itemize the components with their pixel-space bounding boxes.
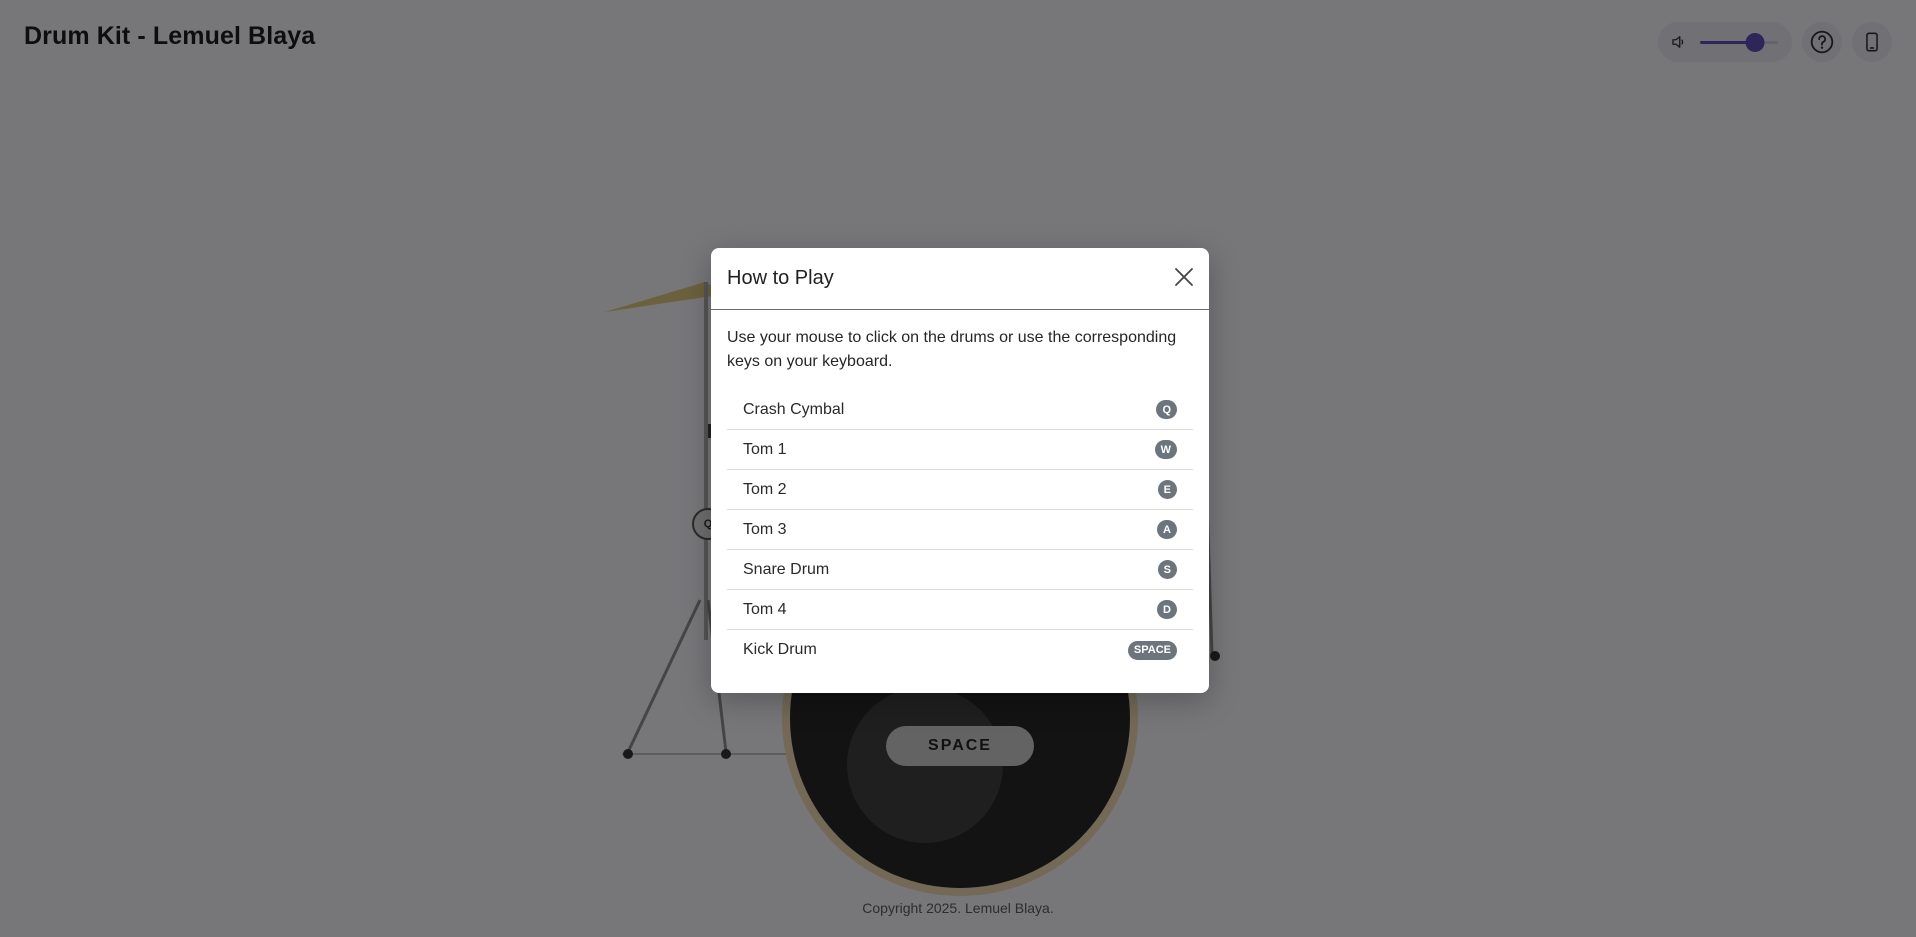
drum-label: Tom 1 (743, 440, 787, 458)
list-item: Crash Cymbal Q (727, 390, 1193, 430)
drum-label: Tom 3 (743, 520, 787, 538)
dialog-header: How to Play (711, 248, 1209, 310)
key-mapping-list: Crash Cymbal Q Tom 1 W Tom 2 E Tom 3 A S… (727, 390, 1193, 670)
drum-label: Tom 4 (743, 600, 787, 618)
drum-label: Kick Drum (743, 641, 817, 658)
list-item: Tom 2 E (727, 470, 1193, 510)
dialog-description: Use your mouse to click on the drums or … (727, 329, 1177, 370)
key-badge: D (1157, 600, 1177, 619)
how-to-play-dialog: How to Play Use your mouse to click on t… (711, 248, 1209, 693)
list-item: Kick Drum SPACE (727, 630, 1193, 670)
list-item: Tom 3 A (727, 510, 1193, 550)
dialog-body: Use your mouse to click on the drums or … (711, 310, 1209, 670)
drum-label: Snare Drum (743, 560, 830, 578)
key-badge: SPACE (1127, 640, 1177, 660)
key-badge: A (1157, 520, 1177, 539)
list-item: Tom 4 D (727, 590, 1193, 630)
close-icon (1174, 267, 1194, 292)
list-item: Snare Drum S (727, 550, 1193, 590)
drum-label: Crash Cymbal (743, 400, 845, 418)
dialog-title: How to Play (727, 267, 834, 289)
key-badge: E (1157, 480, 1177, 499)
drum-label: Tom 2 (743, 480, 787, 498)
close-button[interactable] (1171, 266, 1197, 292)
key-badge: W (1154, 440, 1177, 459)
list-item: Tom 1 W (727, 430, 1193, 470)
key-badge: S (1157, 560, 1177, 579)
key-badge: Q (1156, 400, 1177, 419)
